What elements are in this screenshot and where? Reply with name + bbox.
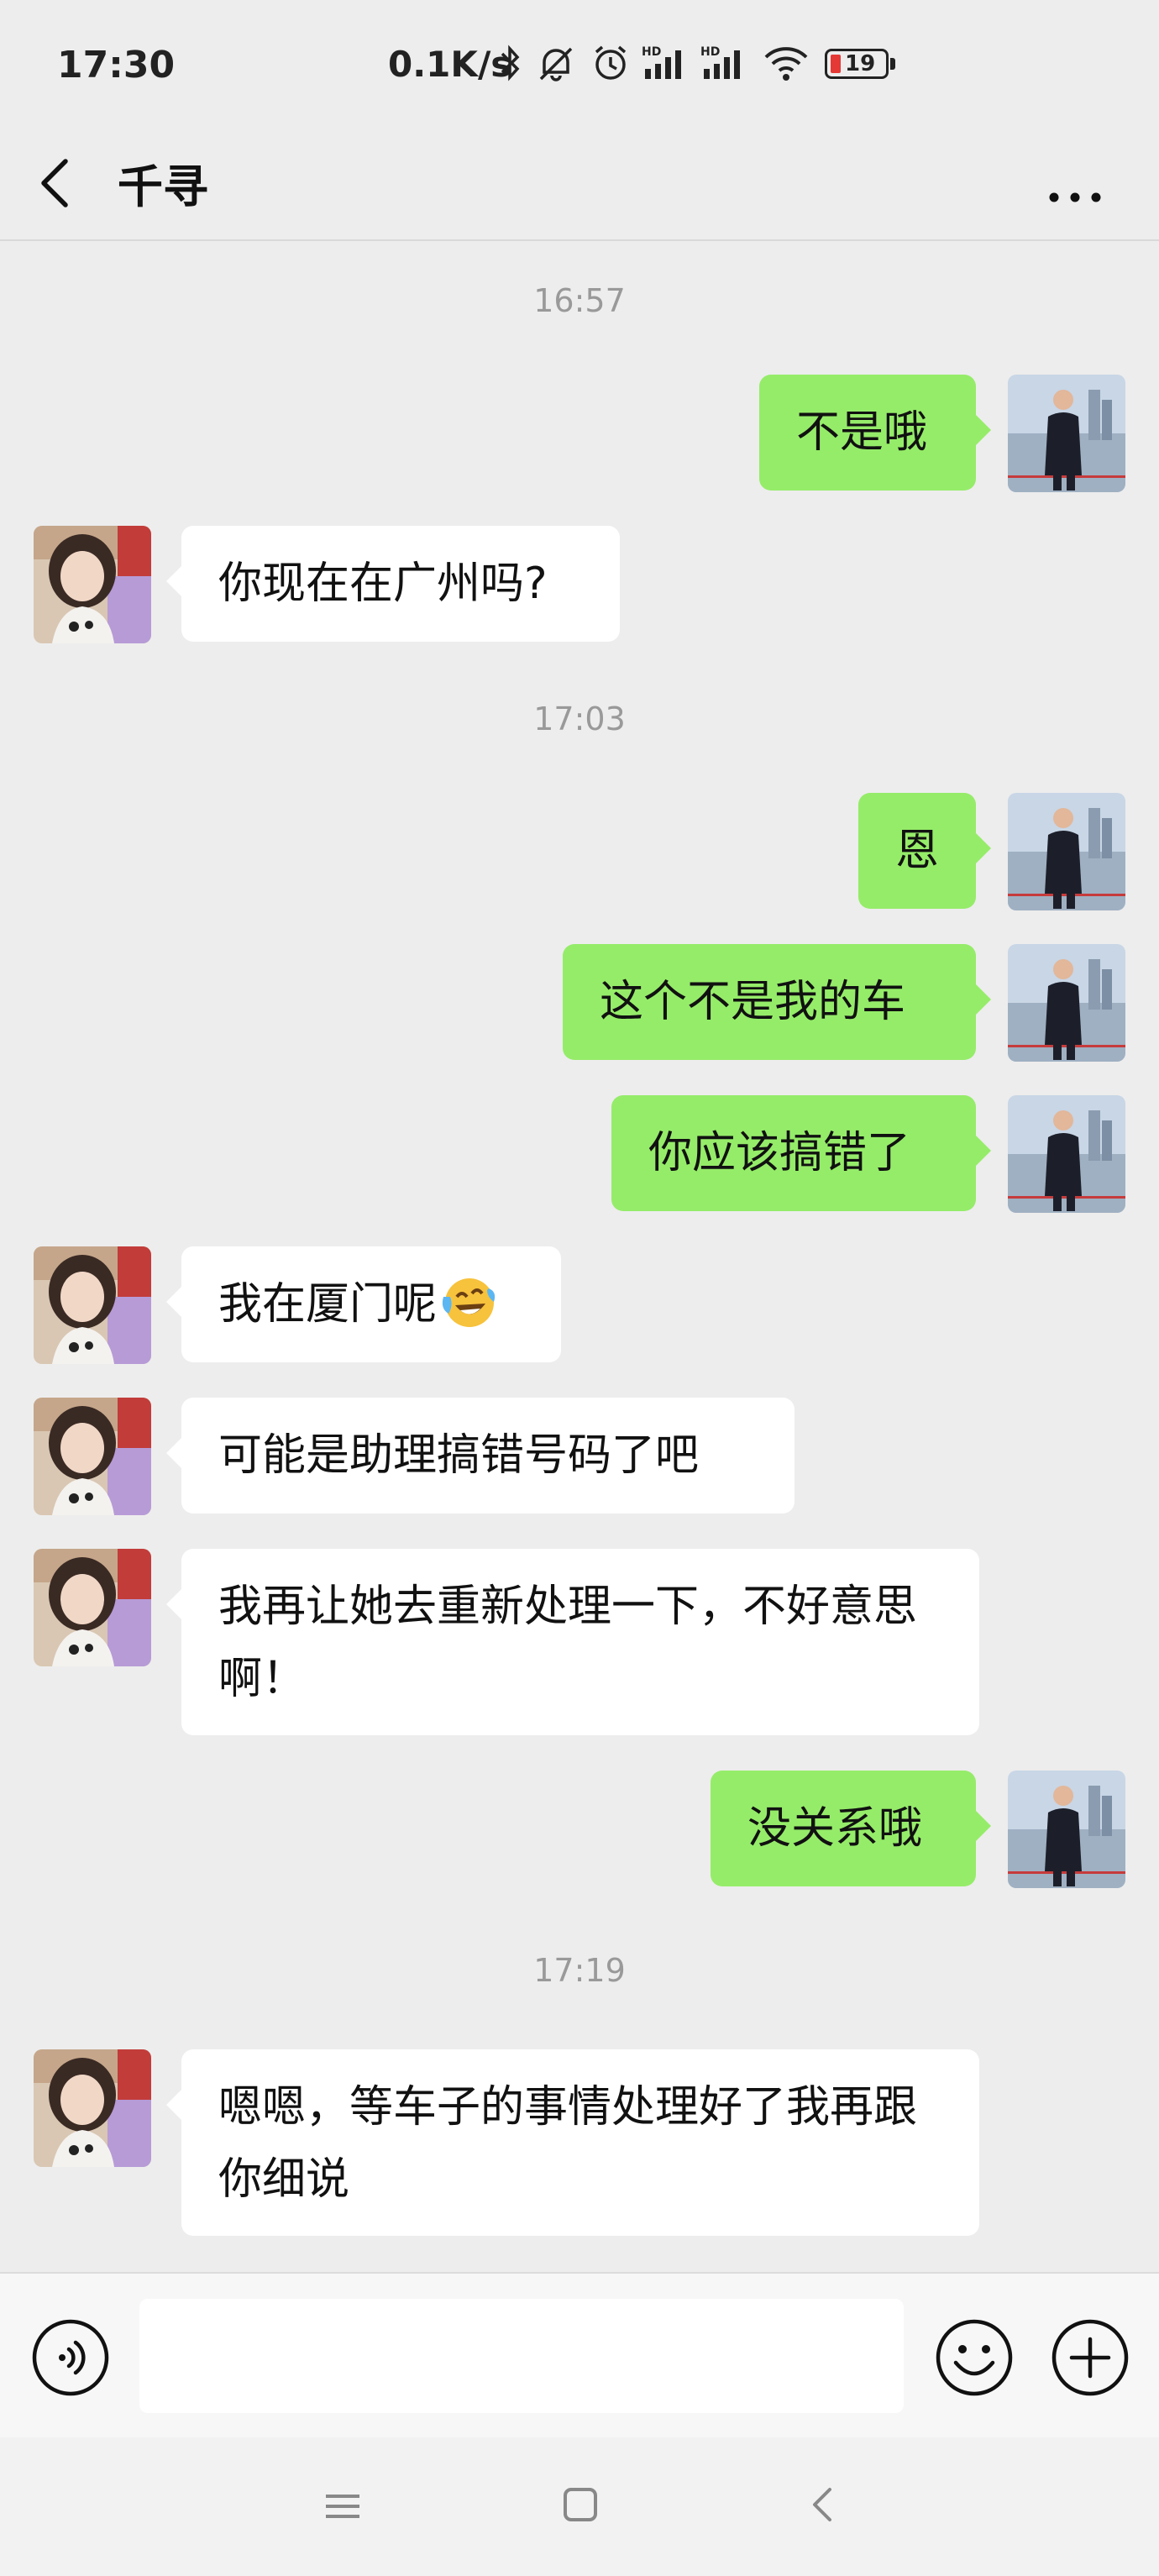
outgoing-message[interactable]: 这个不是我的车 [563, 944, 991, 1060]
contact-avatar[interactable] [34, 1246, 151, 1364]
more-functions-button[interactable] [1050, 2317, 1130, 2398]
mute-icon [539, 47, 573, 81]
message-input[interactable] [139, 2299, 904, 2413]
battery-icon: 19 [825, 49, 897, 81]
incoming-message[interactable]: 可能是助理搞错号码了吧 [166, 1398, 795, 1514]
more-options-button[interactable] [1041, 151, 1117, 210]
timestamp: 16:57 [533, 282, 626, 319]
message-text: 我在厦门呢 [218, 1279, 438, 1330]
smiley-icon [936, 2319, 1013, 2396]
nav-home-button[interactable] [558, 2479, 603, 2530]
voice-icon [32, 2319, 109, 2396]
my-avatar[interactable] [1008, 1095, 1125, 1213]
timestamp: 17:03 [533, 700, 626, 737]
nav-back-button[interactable] [806, 2479, 840, 2530]
chat-title: 千寻 [118, 160, 208, 213]
my-avatar[interactable] [1008, 375, 1125, 492]
hd-signal-icon: HD [700, 45, 740, 79]
bluetooth-icon [501, 45, 520, 81]
incoming-message[interactable]: 嗯嗯，等车子的事情处理好了我再跟你细说 [166, 2049, 979, 2236]
outgoing-message[interactable]: 恩 [858, 793, 991, 909]
system-nav-bar [0, 2437, 1159, 2576]
contact-avatar[interactable] [34, 1398, 151, 1515]
svg-text:HD: HD [642, 45, 661, 59]
outgoing-message[interactable]: 没关系哦 [711, 1771, 991, 1886]
contact-avatar[interactable] [34, 526, 151, 643]
chevron-left-icon [41, 159, 68, 207]
wifi-icon [764, 47, 808, 81]
contact-avatar[interactable] [34, 1549, 151, 1666]
laughing-crying-face-icon [442, 1278, 496, 1327]
contact-avatar[interactable] [34, 2049, 151, 2167]
my-avatar[interactable] [1008, 793, 1125, 910]
hd-signal-icon: HD [642, 45, 681, 79]
status-time: 17:30 [57, 44, 176, 87]
header-divider [0, 239, 1159, 241]
incoming-message[interactable]: 你现在在广州吗? [166, 526, 620, 642]
incoming-message[interactable]: 我再让她去重新处理一下，不好意思啊！ [166, 1549, 979, 1735]
menu-icon [326, 2495, 359, 2518]
more-dots-icon [1049, 192, 1101, 202]
alarm-icon [595, 45, 627, 80]
network-speed: 0.1K/s [388, 44, 512, 85]
timestamp: 17:19 [533, 1952, 626, 1989]
my-avatar[interactable] [1008, 1771, 1125, 1888]
outgoing-message[interactable]: 你应该搞错了 [611, 1095, 991, 1211]
back-button[interactable] [34, 148, 101, 218]
back-triangle-icon [813, 2488, 831, 2521]
my-avatar[interactable] [1008, 944, 1125, 1062]
svg-text:HD: HD [700, 45, 720, 59]
input-bar [0, 2272, 1159, 2437]
nav-menu-button[interactable] [319, 2481, 366, 2531]
outgoing-message[interactable]: 不是哦 [759, 375, 991, 491]
status-bar: 17:30 0.1K/s HD HD 19 [0, 0, 1159, 126]
chat-header: 千寻 [0, 126, 1159, 240]
incoming-message[interactable]: 我在厦门呢 [166, 1246, 561, 1362]
voice-input-button[interactable] [30, 2317, 111, 2398]
plus-circle-icon [1051, 2319, 1129, 2396]
battery-level: 19 [845, 51, 876, 76]
home-square-icon [564, 2488, 597, 2521]
emoji-button[interactable] [934, 2317, 1015, 2398]
